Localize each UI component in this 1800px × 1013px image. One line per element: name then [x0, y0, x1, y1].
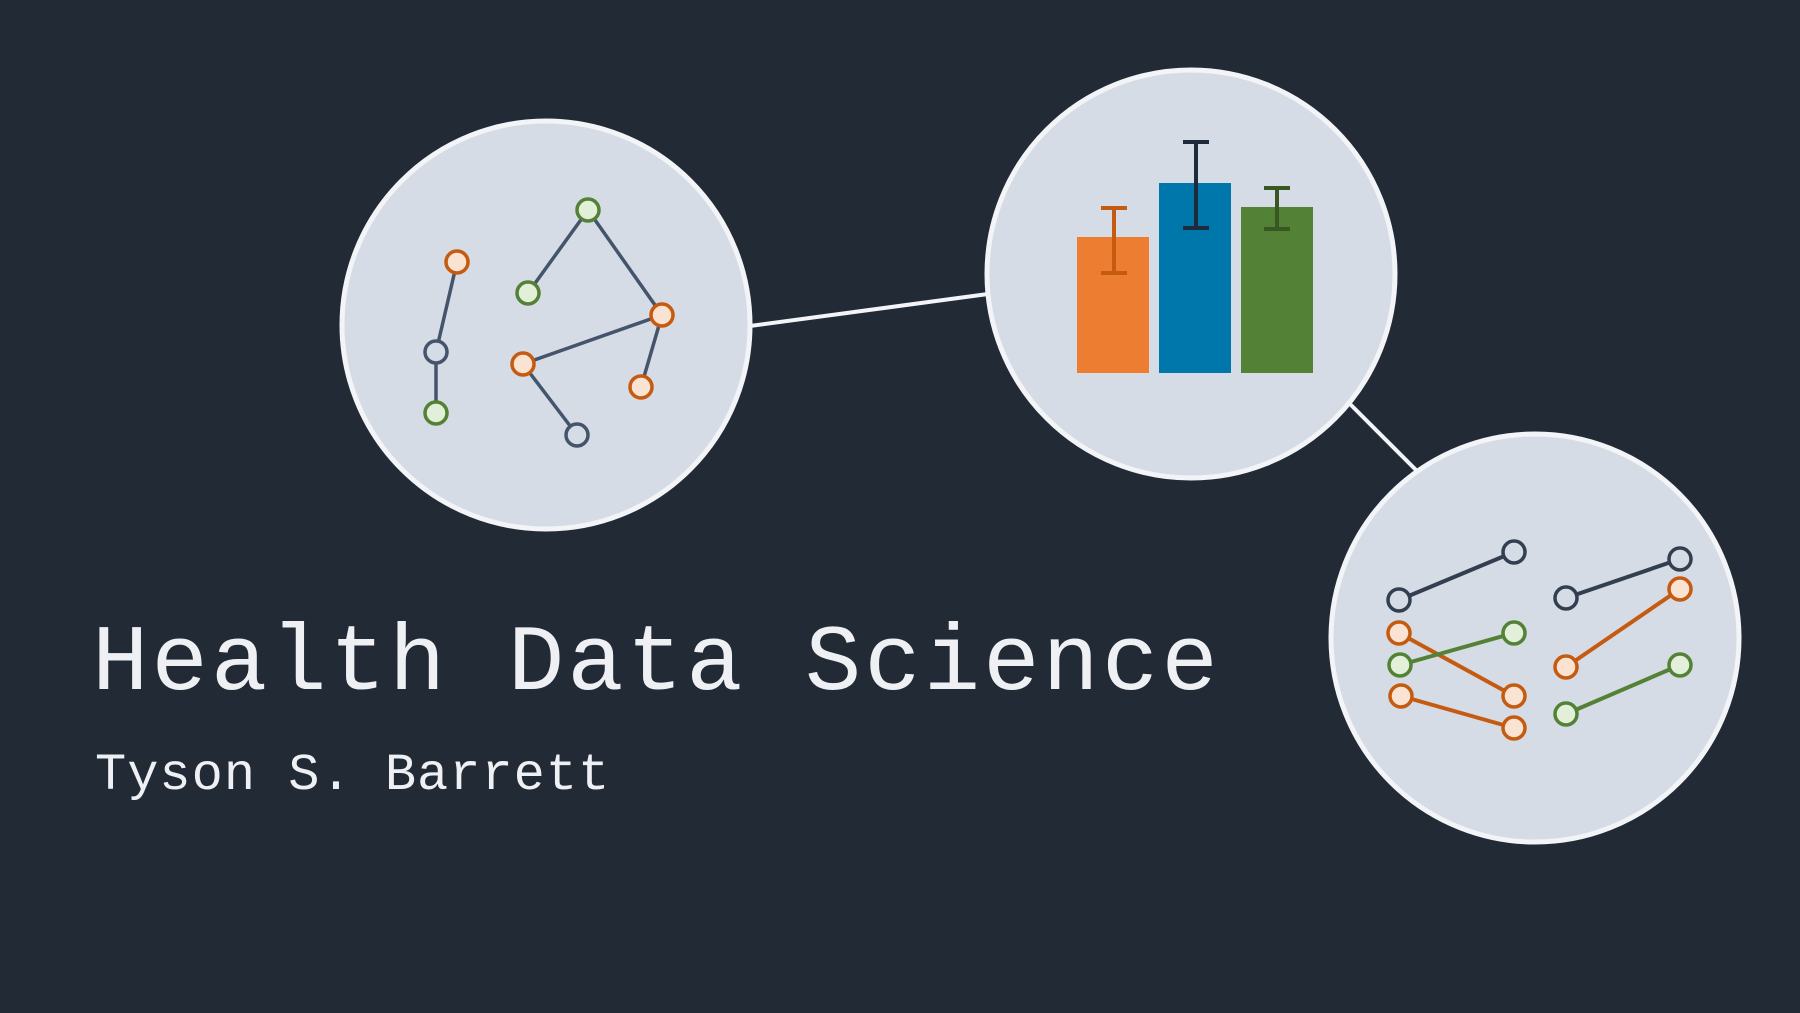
bar-chart-icon	[984, 67, 1398, 481]
connector-line	[749, 292, 989, 328]
connector-line	[1348, 402, 1420, 474]
page-title: Health Data Science	[92, 612, 1221, 718]
hero-artwork	[339, 67, 1742, 845]
author-name: Tyson S. Barrett	[95, 746, 611, 805]
slope-chart-icon	[1328, 431, 1742, 845]
network-graph-icon	[339, 118, 753, 532]
